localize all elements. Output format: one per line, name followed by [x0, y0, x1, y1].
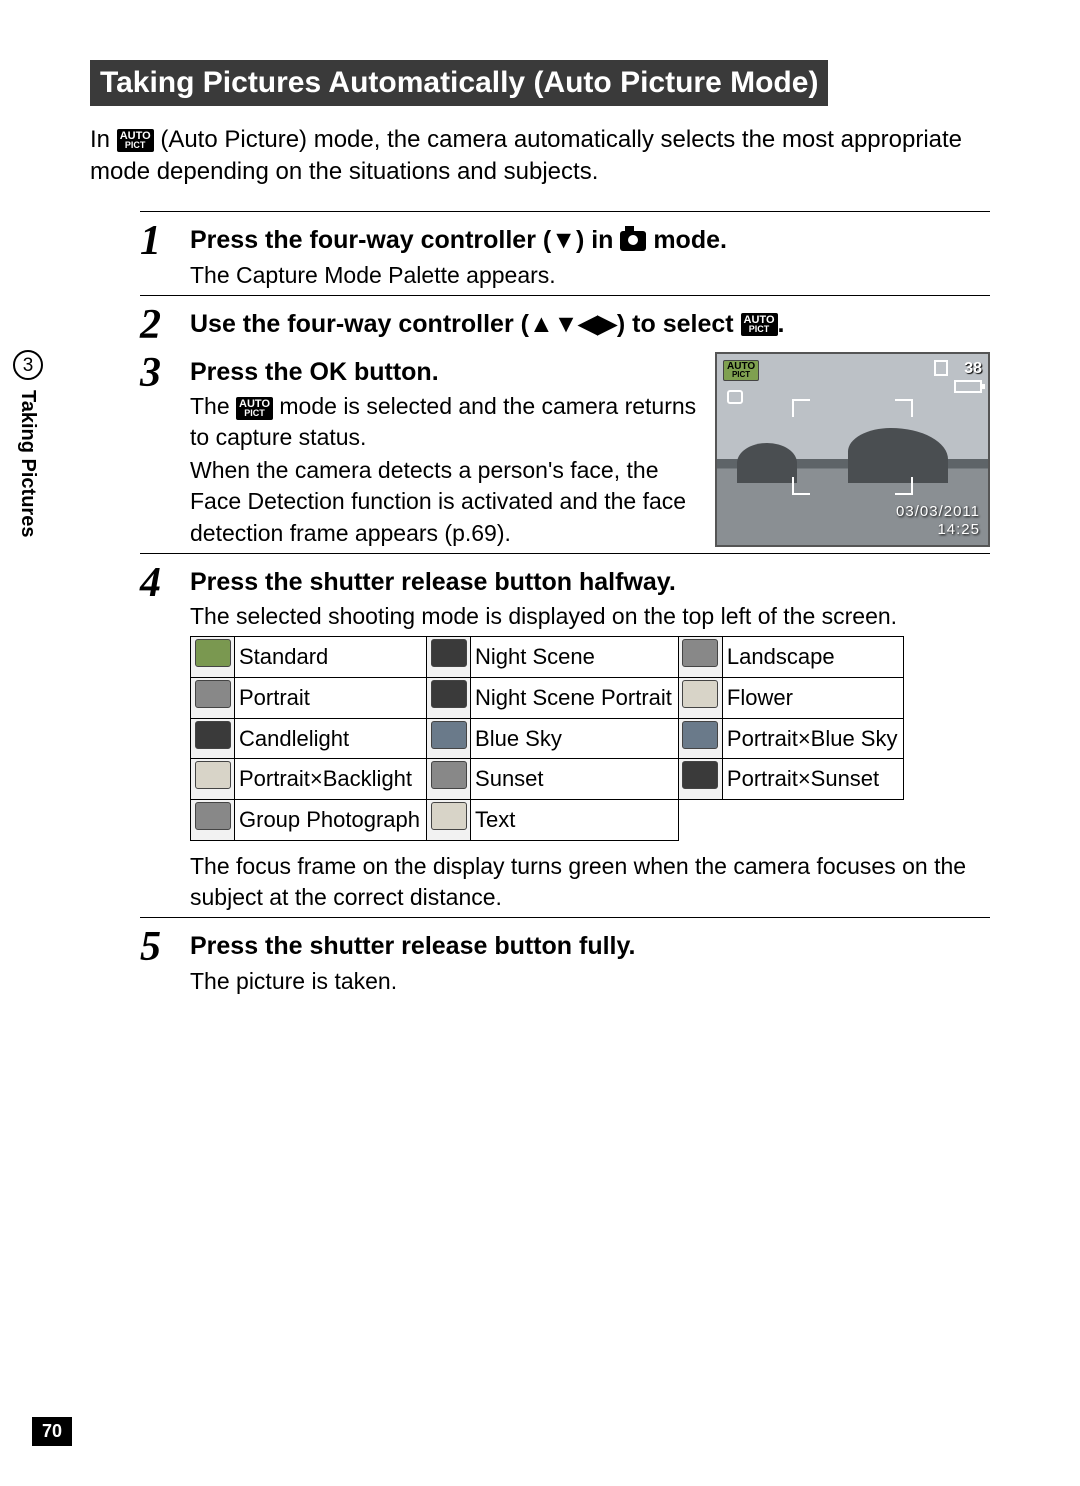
- memory-icon: [934, 360, 948, 376]
- step-heading: Use the four-way controller (▲▼◀▶) to se…: [190, 308, 990, 342]
- autopict-icon: AUTOPICT: [723, 360, 759, 381]
- sunset-icon: [431, 761, 467, 789]
- step-number: 2: [140, 304, 190, 346]
- step-desc: The Capture Mode Palette appears.: [190, 260, 990, 291]
- step-4: 4 Press the shutter release button halfw…: [140, 553, 990, 913]
- step-number: 1: [140, 220, 190, 291]
- group-photo-icon: [195, 802, 231, 830]
- camera-icon: [620, 231, 646, 251]
- step-desc-2: When the camera detects a person's face,…: [190, 455, 701, 548]
- autopict-icon: AUTOPICT: [741, 313, 778, 336]
- mode-label: Candlelight: [235, 718, 427, 759]
- mode-label: Group Photograph: [235, 800, 427, 841]
- lcd-time: 14:25: [937, 520, 980, 540]
- step-number: 5: [140, 926, 190, 997]
- mode-label: Night Scene: [471, 637, 679, 678]
- mode-label: Standard: [235, 637, 427, 678]
- step-number: 4: [140, 562, 190, 913]
- step-heading: Press the four-way controller (▼) in mod…: [190, 224, 990, 258]
- autopict-icon: AUTOPICT: [236, 397, 273, 420]
- face-detect-icon: [727, 390, 743, 404]
- autopict-icon: AUTOPICT: [117, 129, 154, 152]
- step-desc: The AUTOPICT mode is selected and the ca…: [190, 391, 701, 453]
- mode-label: Sunset: [471, 759, 679, 800]
- step-heading: Press the shutter release button halfway…: [190, 566, 990, 600]
- mode-table: Standard Night Scene Landscape Portrait …: [190, 636, 904, 840]
- portrait-icon: [195, 680, 231, 708]
- table-row: Portrait Night Scene Portrait Flower: [191, 678, 904, 719]
- mode-label: Flower: [722, 678, 904, 719]
- table-row: Group Photograph Text: [191, 800, 904, 841]
- intro-post: (Auto Picture) mode, the camera automati…: [90, 126, 962, 185]
- lcd-preview: AUTOPICT 38 03/03/2011 14:25: [715, 352, 990, 547]
- step-1: 1 Press the four-way controller (▼) in m…: [140, 211, 990, 291]
- step-5: 5 Press the shutter release button fully…: [140, 917, 990, 997]
- section-title: Taking Pictures Automatically (Auto Pict…: [90, 60, 828, 106]
- table-row: Candlelight Blue Sky Portrait×Blue Sky: [191, 718, 904, 759]
- portrait-backlight-icon: [195, 761, 231, 789]
- standard-icon: [195, 639, 231, 667]
- mode-label: Text: [471, 800, 679, 841]
- step-desc: The picture is taken.: [190, 966, 990, 997]
- step-2: 2 Use the four-way controller (▲▼◀▶) to …: [140, 295, 990, 346]
- text-icon: [431, 802, 467, 830]
- mode-label: Portrait×Backlight: [235, 759, 427, 800]
- night-scene-icon: [431, 639, 467, 667]
- mode-label: Portrait×Blue Sky: [722, 718, 904, 759]
- mode-label: Landscape: [722, 637, 904, 678]
- mode-label: Blue Sky: [471, 718, 679, 759]
- intro-text: In AUTOPICT (Auto Picture) mode, the cam…: [90, 124, 990, 189]
- battery-icon: [954, 380, 982, 393]
- table-row: Portrait×Backlight Sunset Portrait×Sunse…: [191, 759, 904, 800]
- landscape-icon: [682, 639, 718, 667]
- step-number: 3: [140, 352, 190, 549]
- mode-label: Night Scene Portrait: [471, 678, 679, 719]
- night-portrait-icon: [431, 680, 467, 708]
- blue-sky-icon: [431, 721, 467, 749]
- mode-label: Portrait×Sunset: [722, 759, 904, 800]
- step-after-table: The focus frame on the display turns gre…: [190, 851, 990, 913]
- portrait-sunset-icon: [682, 761, 718, 789]
- step-heading: Press the OK button.: [190, 356, 701, 390]
- candlelight-icon: [195, 721, 231, 749]
- ok-icon: OK: [310, 358, 348, 386]
- shot-count: 38: [964, 358, 982, 380]
- portrait-bluesky-icon: [682, 721, 718, 749]
- intro-pre: In: [90, 126, 117, 153]
- flower-icon: [682, 680, 718, 708]
- mode-label: Portrait: [235, 678, 427, 719]
- table-row: Standard Night Scene Landscape: [191, 637, 904, 678]
- step-3: 3 Press the OK button. The AUTOPICT mode…: [140, 350, 990, 549]
- page-number: 70: [32, 1417, 72, 1446]
- step-desc: The selected shooting mode is displayed …: [190, 601, 990, 632]
- step-heading: Press the shutter release button fully.: [190, 930, 990, 964]
